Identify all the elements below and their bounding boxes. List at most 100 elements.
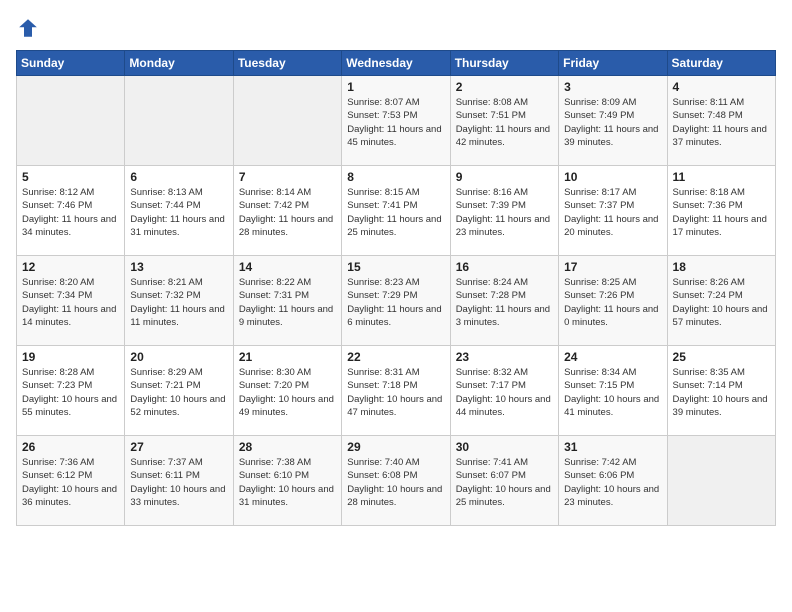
calendar-cell: 23 Sunrise: 8:32 AMSunset: 7:17 PMDayligh… bbox=[450, 346, 558, 436]
day-number: 2 bbox=[456, 80, 553, 94]
day-number: 15 bbox=[347, 260, 444, 274]
day-number: 10 bbox=[564, 170, 661, 184]
calendar-cell: 16 Sunrise: 8:24 AMSunset: 7:28 PMDayligh… bbox=[450, 256, 558, 346]
day-number: 23 bbox=[456, 350, 553, 364]
calendar-week-row: 26 Sunrise: 7:36 AMSunset: 6:12 PMDayligh… bbox=[17, 436, 776, 526]
calendar-cell: 30 Sunrise: 7:41 AMSunset: 6:07 PMDayligh… bbox=[450, 436, 558, 526]
calendar-cell: 20 Sunrise: 8:29 AMSunset: 7:21 PMDayligh… bbox=[125, 346, 233, 436]
day-info: Sunrise: 8:23 AMSunset: 7:29 PMDaylight:… bbox=[347, 276, 444, 329]
day-number: 19 bbox=[22, 350, 119, 364]
calendar-cell: 17Sunrise: 8:25 AMSunset: 7:26 PMDayligh… bbox=[559, 256, 667, 346]
day-info: Sunrise: 8:30 AMSunset: 7:20 PMDaylight:… bbox=[239, 366, 336, 419]
calendar-table: SundayMondayTuesdayWednesdayThursdayFrid… bbox=[16, 50, 776, 526]
day-number: 7 bbox=[239, 170, 336, 184]
weekday-header: Tuesday bbox=[233, 51, 341, 76]
calendar-cell: 25 Sunrise: 8:35 AMSunset: 7:14 PMDayligh… bbox=[667, 346, 775, 436]
day-number: 22 bbox=[347, 350, 444, 364]
calendar-cell: 29 Sunrise: 7:40 AMSunset: 6:08 PMDayligh… bbox=[342, 436, 450, 526]
calendar-week-row: 19Sunrise: 8:28 AMSunset: 7:23 PMDayligh… bbox=[17, 346, 776, 436]
day-number: 17 bbox=[564, 260, 661, 274]
calendar-cell: 4Sunrise: 8:11 AMSunset: 7:48 PMDaylight… bbox=[667, 76, 775, 166]
weekday-header-row: SundayMondayTuesdayWednesdayThursdayFrid… bbox=[17, 51, 776, 76]
day-number: 24 bbox=[564, 350, 661, 364]
calendar-cell: 21Sunrise: 8:30 AMSunset: 7:20 PMDayligh… bbox=[233, 346, 341, 436]
calendar-cell: 10 Sunrise: 8:17 AMSunset: 7:37 PMDayligh… bbox=[559, 166, 667, 256]
day-info: Sunrise: 8:15 AMSunset: 7:41 PMDaylight:… bbox=[347, 186, 444, 239]
calendar-cell: 22 Sunrise: 8:31 AMSunset: 7:18 PMDayligh… bbox=[342, 346, 450, 436]
day-number: 13 bbox=[130, 260, 227, 274]
day-info: Sunrise: 8:29 AMSunset: 7:21 PMDaylight:… bbox=[130, 366, 227, 419]
day-number: 3 bbox=[564, 80, 661, 94]
day-number: 1 bbox=[347, 80, 444, 94]
calendar-week-row: 12 Sunrise: 8:20 AMSunset: 7:34 PMDayligh… bbox=[17, 256, 776, 346]
day-number: 8 bbox=[347, 170, 444, 184]
day-number: 4 bbox=[673, 80, 770, 94]
calendar-cell: 13 Sunrise: 8:21 AMSunset: 7:32 PMDayligh… bbox=[125, 256, 233, 346]
calendar-cell: 15 Sunrise: 8:23 AMSunset: 7:29 PMDayligh… bbox=[342, 256, 450, 346]
calendar-cell: 24 Sunrise: 8:34 AMSunset: 7:15 PMDayligh… bbox=[559, 346, 667, 436]
day-info: Sunrise: 7:41 AMSunset: 6:07 PMDaylight:… bbox=[456, 456, 553, 509]
day-info: Sunrise: 7:38 AMSunset: 6:10 PMDaylight:… bbox=[239, 456, 336, 509]
day-info: Sunrise: 8:24 AMSunset: 7:28 PMDaylight:… bbox=[456, 276, 553, 329]
calendar-cell bbox=[125, 76, 233, 166]
calendar-cell: 26 Sunrise: 7:36 AMSunset: 6:12 PMDayligh… bbox=[17, 436, 125, 526]
day-info: Sunrise: 8:18 AMSunset: 7:36 PMDaylight:… bbox=[673, 186, 770, 239]
day-info: Sunrise: 8:14 AMSunset: 7:42 PMDaylight:… bbox=[239, 186, 336, 239]
logo-icon bbox=[16, 16, 40, 40]
calendar-cell: 31 Sunrise: 7:42 AMSunset: 6:06 PMDayligh… bbox=[559, 436, 667, 526]
calendar-cell: 7 Sunrise: 8:14 AMSunset: 7:42 PMDaylight… bbox=[233, 166, 341, 256]
calendar-cell: 27Sunrise: 7:37 AMSunset: 6:11 PMDayligh… bbox=[125, 436, 233, 526]
day-number: 5 bbox=[22, 170, 119, 184]
day-number: 30 bbox=[456, 440, 553, 454]
day-number: 20 bbox=[130, 350, 227, 364]
calendar-cell: 6 Sunrise: 8:13 AMSunset: 7:44 PMDaylight… bbox=[125, 166, 233, 256]
weekday-header: Friday bbox=[559, 51, 667, 76]
day-info: Sunrise: 8:22 AMSunset: 7:31 PMDaylight:… bbox=[239, 276, 336, 329]
day-number: 9 bbox=[456, 170, 553, 184]
day-info: Sunrise: 8:35 AMSunset: 7:14 PMDaylight:… bbox=[673, 366, 770, 419]
day-number: 26 bbox=[22, 440, 119, 454]
day-info: Sunrise: 7:40 AMSunset: 6:08 PMDaylight:… bbox=[347, 456, 444, 509]
day-number: 6 bbox=[130, 170, 227, 184]
calendar-cell: 8 Sunrise: 8:15 AMSunset: 7:41 PMDaylight… bbox=[342, 166, 450, 256]
day-info: Sunrise: 8:21 AMSunset: 7:32 PMDaylight:… bbox=[130, 276, 227, 329]
day-number: 14 bbox=[239, 260, 336, 274]
day-info: Sunrise: 8:20 AMSunset: 7:34 PMDaylight:… bbox=[22, 276, 119, 329]
day-info: Sunrise: 7:37 AMSunset: 6:11 PMDaylight:… bbox=[130, 456, 227, 509]
day-number: 25 bbox=[673, 350, 770, 364]
weekday-header: Saturday bbox=[667, 51, 775, 76]
day-info: Sunrise: 8:34 AMSunset: 7:15 PMDaylight:… bbox=[564, 366, 661, 419]
day-info: Sunrise: 8:07 AMSunset: 7:53 PMDaylight:… bbox=[347, 96, 444, 149]
weekday-header: Sunday bbox=[17, 51, 125, 76]
day-number: 29 bbox=[347, 440, 444, 454]
day-info: Sunrise: 8:26 AMSunset: 7:24 PMDaylight:… bbox=[673, 276, 770, 329]
day-info: Sunrise: 8:16 AMSunset: 7:39 PMDaylight:… bbox=[456, 186, 553, 239]
calendar-cell: 2Sunrise: 8:08 AMSunset: 7:51 PMDaylight… bbox=[450, 76, 558, 166]
calendar-cell: 3Sunrise: 8:09 AMSunset: 7:49 PMDaylight… bbox=[559, 76, 667, 166]
day-info: Sunrise: 8:17 AMSunset: 7:37 PMDaylight:… bbox=[564, 186, 661, 239]
day-info: Sunrise: 8:32 AMSunset: 7:17 PMDaylight:… bbox=[456, 366, 553, 419]
day-number: 31 bbox=[564, 440, 661, 454]
day-info: Sunrise: 7:42 AMSunset: 6:06 PMDaylight:… bbox=[564, 456, 661, 509]
logo bbox=[16, 16, 44, 40]
calendar-week-row: 5Sunrise: 8:12 AMSunset: 7:46 PMDaylight… bbox=[17, 166, 776, 256]
calendar-cell: 5Sunrise: 8:12 AMSunset: 7:46 PMDaylight… bbox=[17, 166, 125, 256]
day-number: 11 bbox=[673, 170, 770, 184]
page-header bbox=[16, 16, 776, 40]
calendar-cell: 18Sunrise: 8:26 AMSunset: 7:24 PMDayligh… bbox=[667, 256, 775, 346]
day-number: 16 bbox=[456, 260, 553, 274]
day-number: 12 bbox=[22, 260, 119, 274]
calendar-cell bbox=[17, 76, 125, 166]
day-number: 28 bbox=[239, 440, 336, 454]
calendar-cell: 11 Sunrise: 8:18 AMSunset: 7:36 PMDayligh… bbox=[667, 166, 775, 256]
calendar-cell: 14 Sunrise: 8:22 AMSunset: 7:31 PMDayligh… bbox=[233, 256, 341, 346]
day-info: Sunrise: 7:36 AMSunset: 6:12 PMDaylight:… bbox=[22, 456, 119, 509]
weekday-header: Thursday bbox=[450, 51, 558, 76]
day-info: Sunrise: 8:31 AMSunset: 7:18 PMDaylight:… bbox=[347, 366, 444, 419]
calendar-cell bbox=[667, 436, 775, 526]
calendar-week-row: 1 Sunrise: 8:07 AMSunset: 7:53 PMDaylight… bbox=[17, 76, 776, 166]
weekday-header: Wednesday bbox=[342, 51, 450, 76]
calendar-cell: 9 Sunrise: 8:16 AMSunset: 7:39 PMDaylight… bbox=[450, 166, 558, 256]
weekday-header: Monday bbox=[125, 51, 233, 76]
day-info: Sunrise: 8:13 AMSunset: 7:44 PMDaylight:… bbox=[130, 186, 227, 239]
